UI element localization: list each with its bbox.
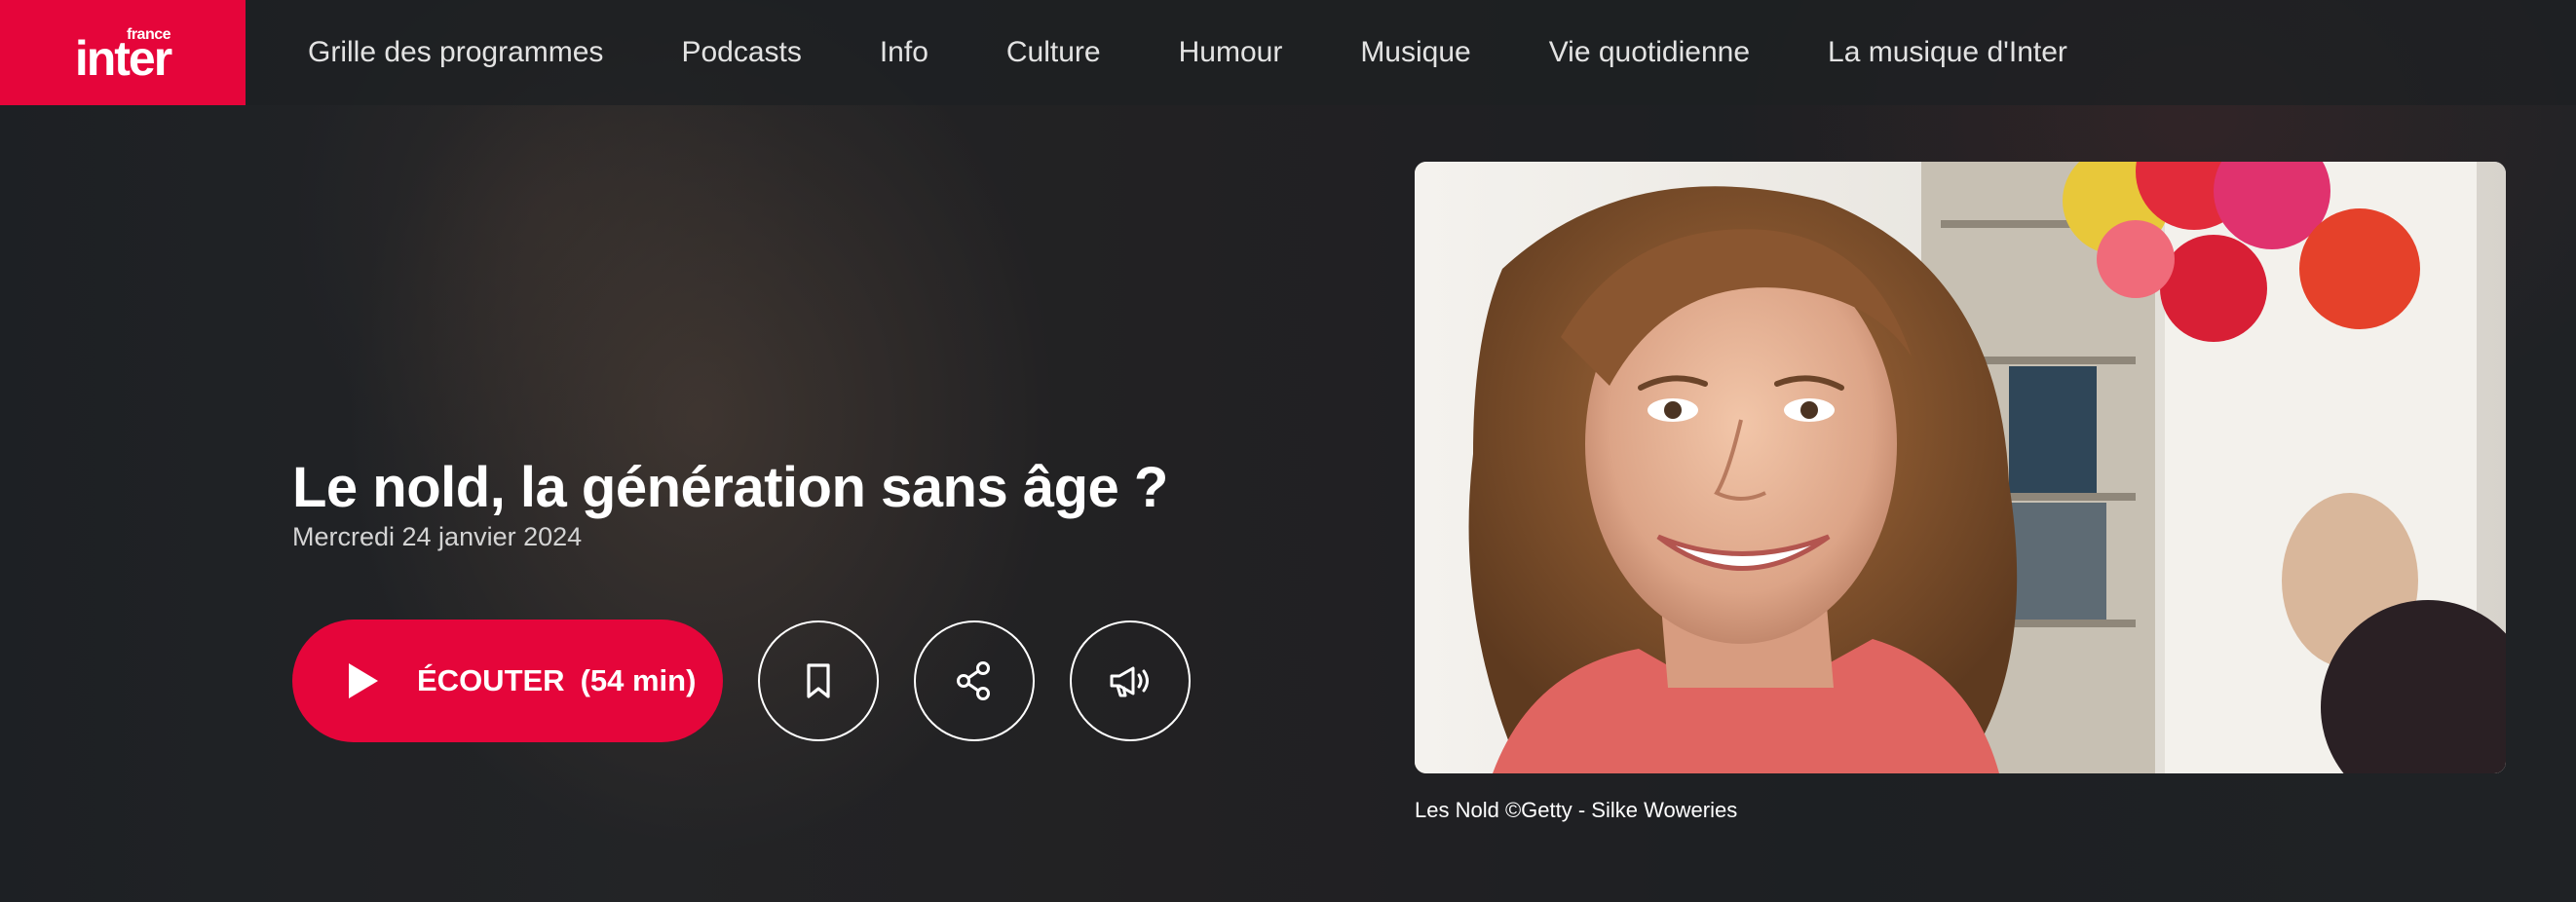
episode-actions: ÉCOUTER (54 min) [292,620,1191,742]
nav-item-vie-quotidienne[interactable]: Vie quotidienne [1549,36,1750,69]
site-header: france inter Grille des programmes Podca… [0,0,2576,105]
megaphone-button[interactable] [1070,620,1191,741]
nav-item-culture[interactable]: Culture [1006,36,1101,69]
nav-item-grille[interactable]: Grille des programmes [308,36,603,69]
logo-small-text: france [127,26,171,43]
nav-item-info[interactable]: Info [880,36,928,69]
photo-caption: Les Nold ©Getty - Silke Woweries [1415,798,1738,822]
megaphone-icon [1110,666,1149,697]
share-icon [957,661,990,700]
nav-item-podcasts[interactable]: Podcasts [681,36,801,69]
france-inter-logo[interactable]: france inter [0,0,246,105]
play-icon [349,663,378,698]
nav-item-humour[interactable]: Humour [1179,36,1283,69]
episode-title: Le nold, la génération sans âge ? [292,455,1168,519]
listen-duration: (54 min) [580,663,697,697]
episode-date: Mercredi 24 janvier 2024 [292,522,583,551]
nav-item-musique-inter[interactable]: La musique d'Inter [1828,36,2067,69]
share-button[interactable] [914,620,1035,741]
bookmark-icon [807,663,830,698]
nav-item-musique[interactable]: Musique [1360,36,1470,69]
listen-button[interactable]: ÉCOUTER (54 min) [292,620,723,742]
main-nav: Grille des programmes Podcasts Info Cult… [308,36,2145,69]
episode-photo [1415,162,2506,773]
listen-label: ÉCOUTER [417,663,565,697]
bookmark-button[interactable] [758,620,879,741]
